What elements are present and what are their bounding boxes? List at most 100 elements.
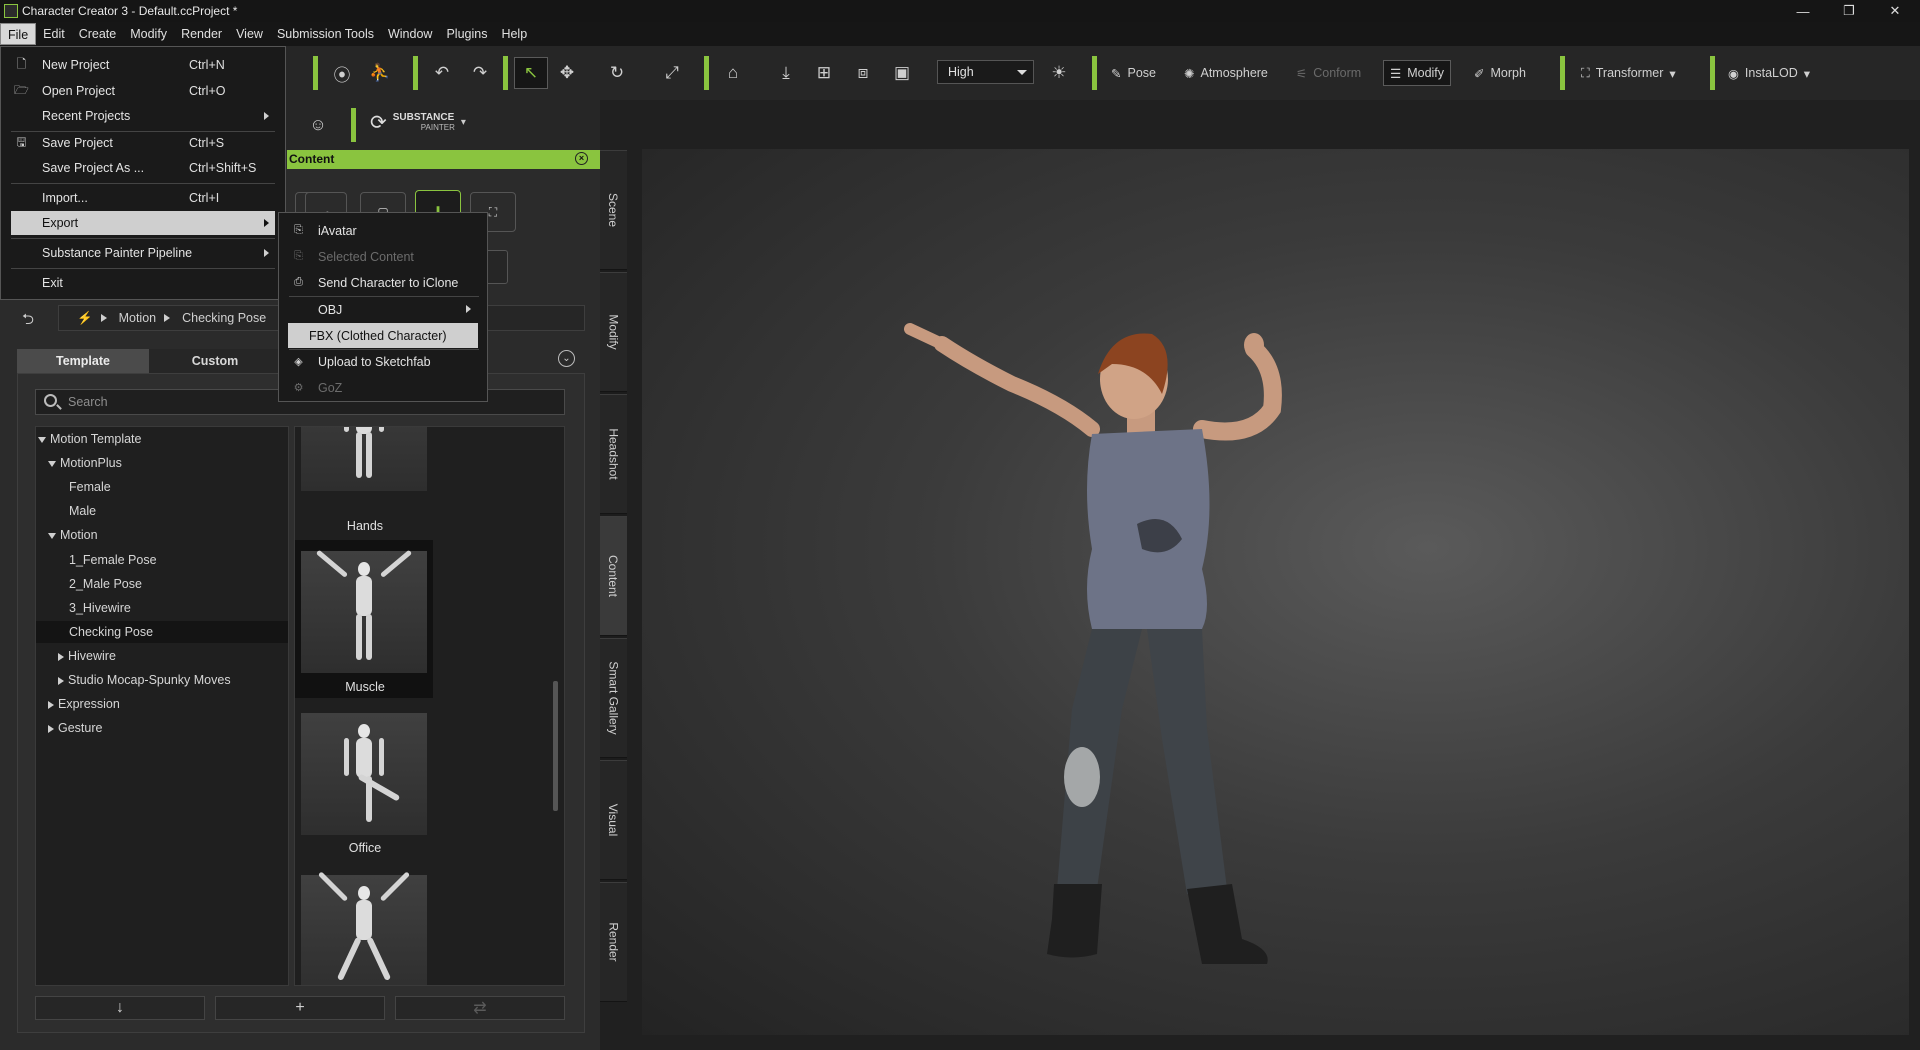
- menu-item-export[interactable]: Export: [11, 211, 275, 235]
- tree-item-checking-pose[interactable]: Checking Pose: [36, 620, 288, 643]
- menu-item-upload-sketchfab[interactable]: ◈ Upload to Sketchfab: [279, 349, 487, 374]
- side-tab-render[interactable]: Render: [600, 882, 627, 1002]
- home-icon[interactable]: ⌂: [721, 61, 745, 85]
- expand-right-icon[interactable]: [58, 652, 64, 661]
- rotate-icon[interactable]: ↻: [605, 61, 629, 85]
- breadcrumb-checking-pose[interactable]: Checking Pose: [182, 311, 266, 325]
- tree-item-3-hivewire[interactable]: 3_Hivewire: [69, 597, 131, 619]
- menu-item-send-to-iclone[interactable]: ⎙ Send Character to iClone: [279, 270, 487, 295]
- tab-custom[interactable]: Custom: [149, 349, 281, 373]
- menu-view[interactable]: View: [229, 23, 270, 45]
- redo-icon[interactable]: ↷: [468, 61, 492, 85]
- tree-item-motion[interactable]: Motion: [48, 524, 98, 546]
- apply-button[interactable]: ↓: [35, 996, 205, 1020]
- expand-down-icon[interactable]: [48, 533, 56, 540]
- menu-item-recent-projects[interactable]: Recent Projects: [1, 104, 285, 128]
- conform-button[interactable]: ⚟ Conform: [1290, 60, 1367, 86]
- thumbnail-office[interactable]: [301, 713, 427, 835]
- tree-item-1-female-pose[interactable]: 1_Female Pose: [69, 549, 157, 571]
- menu-item-substance-painter-pipeline[interactable]: Substance Painter Pipeline: [1, 241, 285, 265]
- tree-item-male[interactable]: Male: [69, 500, 96, 522]
- maximize-button[interactable]: ❐: [1826, 0, 1872, 22]
- menu-window[interactable]: Window: [381, 23, 439, 45]
- chevron-down-icon: [1017, 70, 1027, 75]
- expand-right-icon[interactable]: [48, 724, 54, 733]
- tree-item-hivewire[interactable]: Hivewire: [58, 645, 116, 667]
- side-tab-scene[interactable]: Scene: [600, 150, 627, 270]
- morph-button[interactable]: ✐ Morph: [1468, 60, 1532, 86]
- thumbnail-hands[interactable]: [301, 427, 427, 491]
- camera-view-icon[interactable]: ▣: [890, 61, 914, 85]
- thumbnail-muscle[interactable]: [301, 549, 427, 673]
- tree-item-label: 2_Male Pose: [69, 576, 142, 591]
- close-icon[interactable]: ×: [575, 152, 588, 165]
- side-tab-content[interactable]: Content: [600, 516, 627, 636]
- back-icon[interactable]: ⮌: [22, 309, 34, 334]
- frame-all-icon[interactable]: ⊞: [812, 61, 836, 85]
- expand-right-icon[interactable]: [48, 700, 54, 709]
- menu-item-iavatar[interactable]: ⎘ iAvatar: [279, 218, 487, 243]
- expand-down-icon[interactable]: [38, 436, 46, 443]
- tree-item-expression[interactable]: Expression: [48, 693, 120, 715]
- scrollbar[interactable]: [553, 681, 558, 811]
- side-tab-visual[interactable]: Visual: [600, 760, 627, 880]
- tree-item-gesture[interactable]: Gesture: [48, 717, 102, 739]
- breadcrumb-motion[interactable]: Motion: [119, 311, 157, 325]
- pose-button[interactable]: ✎ Pose: [1105, 60, 1162, 86]
- menu-plugins[interactable]: Plugins: [439, 23, 494, 45]
- tree-item-female[interactable]: Female: [69, 476, 111, 498]
- scale-icon[interactable]: ⤢: [660, 61, 684, 85]
- instalod-button[interactable]: ◉ InstaLOD ▾: [1722, 60, 1816, 86]
- tree-item-studio-mocap-spunky-moves[interactable]: Studio Mocap-Spunky Moves: [58, 669, 231, 691]
- substance-painter-button[interactable]: ⟳ SUBSTANCE PAINTER ▾: [370, 110, 466, 135]
- side-tab-headshot[interactable]: Headshot: [600, 394, 627, 514]
- fit-down-icon[interactable]: ⤓: [774, 61, 798, 85]
- modify-button[interactable]: ☰ Modify: [1383, 60, 1452, 86]
- menu-item-exit[interactable]: Exit: [1, 271, 285, 295]
- menu-item-open-project[interactable]: 🗁 Open Project Ctrl+O: [1, 79, 285, 103]
- expand-down-icon[interactable]: [48, 460, 56, 467]
- side-tab-modify[interactable]: Modify: [600, 272, 627, 392]
- light-icon[interactable]: ☀: [1047, 61, 1071, 85]
- minimize-button[interactable]: —: [1780, 0, 1826, 22]
- quality-dropdown[interactable]: High: [937, 60, 1034, 84]
- menu-item-selected-content[interactable]: ⎘ Selected Content: [279, 244, 487, 269]
- tree-item-motion-template[interactable]: Motion Template: [38, 428, 142, 450]
- character-figure: [904, 323, 1282, 964]
- character-icon[interactable]: ⛹: [368, 61, 392, 85]
- menu-item-obj[interactable]: OBJ: [279, 297, 487, 322]
- replace-button[interactable]: ⇄: [395, 996, 565, 1020]
- menu-edit[interactable]: Edit: [36, 23, 72, 45]
- menu-item-goz[interactable]: ⚙ GoZ: [279, 375, 487, 400]
- menu-create[interactable]: Create: [72, 23, 124, 45]
- side-tab-label: Render: [606, 922, 621, 962]
- menu-item-fbx-clothed-character[interactable]: FBX (Clothed Character): [288, 323, 478, 348]
- menu-item-save-project-as[interactable]: Save Project As ... Ctrl+Shift+S: [1, 156, 285, 180]
- menu-file[interactable]: File: [0, 23, 37, 45]
- undo-icon[interactable]: ↶: [430, 61, 454, 85]
- transformer-button[interactable]: ⛶ Transformer ▾: [1575, 60, 1682, 86]
- expand-right-icon[interactable]: [58, 676, 64, 685]
- atmosphere-button[interactable]: ✺ Atmosphere: [1178, 60, 1274, 86]
- menu-submission-tools[interactable]: Submission Tools: [270, 23, 381, 45]
- close-window-button[interactable]: ✕: [1872, 0, 1918, 22]
- thumbnail-t-pose[interactable]: [301, 871, 427, 985]
- 3d-viewport[interactable]: [642, 149, 1909, 1035]
- object-gizmo-icon[interactable]: ⦿: [330, 61, 354, 85]
- menu-item-import[interactable]: Import... Ctrl+I: [1, 186, 285, 210]
- menu-render[interactable]: Render: [174, 23, 229, 45]
- select-arrow-icon[interactable]: ↖: [519, 61, 543, 85]
- menu-item-new-project[interactable]: 🗋 New Project Ctrl+N: [1, 53, 285, 77]
- frame-selected-icon[interactable]: ⧈: [851, 61, 875, 85]
- new-file-icon: 🗋: [16, 56, 27, 71]
- face-icon[interactable]: ☺: [306, 113, 330, 137]
- menu-item-save-project[interactable]: 🖫 Save Project Ctrl+S: [1, 131, 285, 155]
- menu-help[interactable]: Help: [494, 23, 534, 45]
- move-icon[interactable]: ✥: [555, 61, 579, 85]
- tab-template[interactable]: Template: [17, 349, 149, 373]
- add-button[interactable]: +: [215, 996, 385, 1020]
- side-tab-smart-gallery[interactable]: Smart Gallery: [600, 638, 627, 758]
- menu-modify[interactable]: Modify: [123, 23, 174, 45]
- tree-item-2-male-pose[interactable]: 2_Male Pose: [69, 573, 142, 595]
- tree-item-motionplus[interactable]: MotionPlus: [48, 452, 122, 474]
